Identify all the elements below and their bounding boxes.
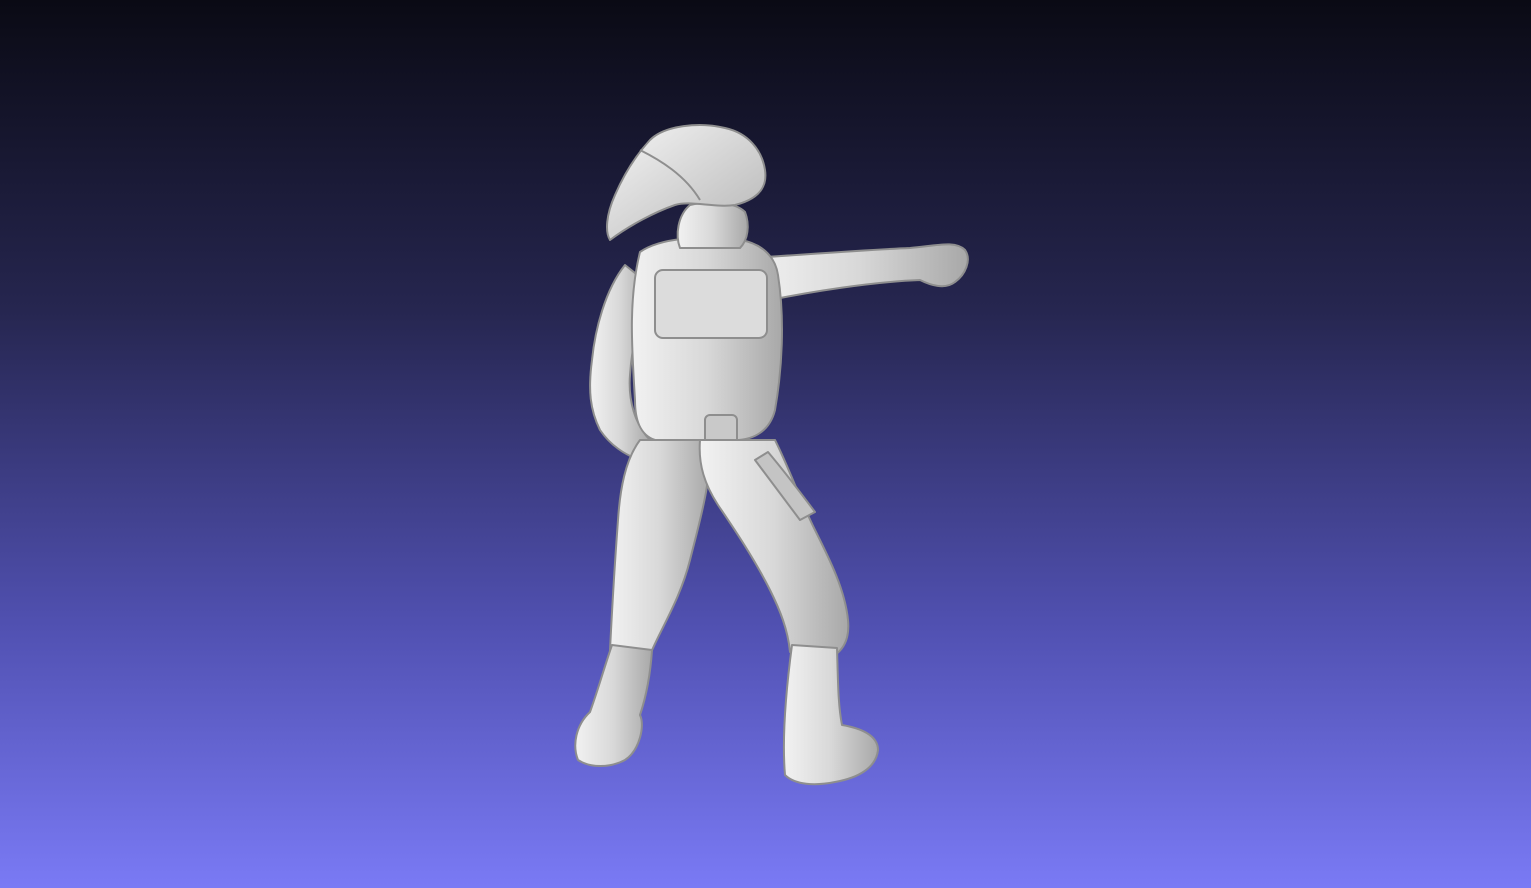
viewport-scene[interactable] bbox=[0, 0, 1531, 888]
3d-viewport[interactable] bbox=[0, 0, 1531, 888]
model-neck bbox=[676, 201, 749, 249]
model-backpack-panel bbox=[654, 269, 768, 339]
